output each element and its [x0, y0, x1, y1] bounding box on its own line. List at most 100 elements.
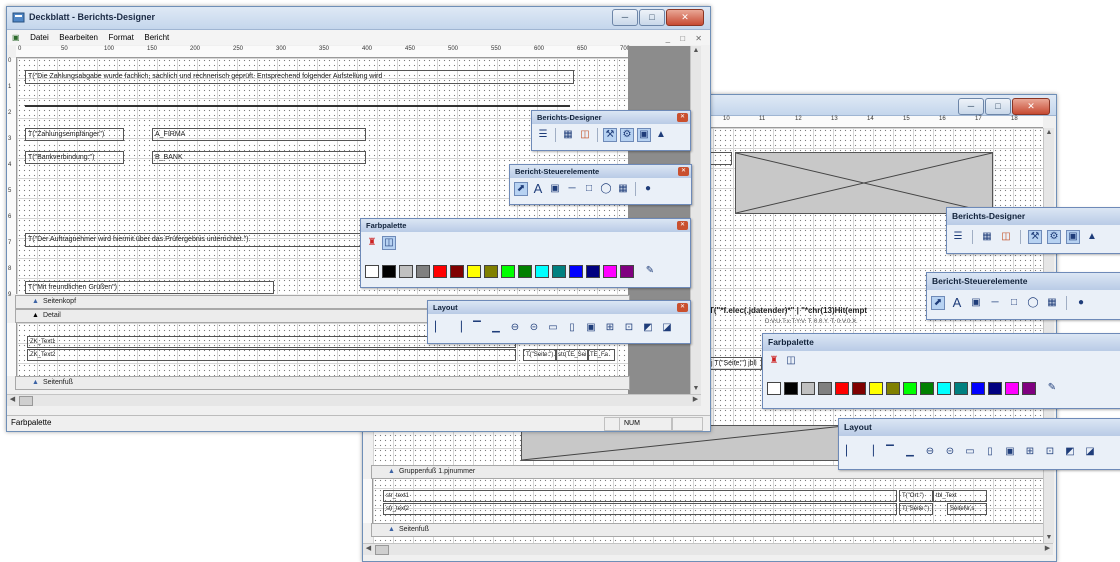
same-width-icon[interactable]: ▭: [546, 321, 560, 335]
color-swatch[interactable]: [937, 381, 951, 395]
preview-icon[interactable]: ▲: [1085, 230, 1099, 244]
text-field-gruss[interactable]: T("Mit freundlichen Grüßen"): [25, 281, 274, 294]
bring-front-icon[interactable]: ◩: [641, 321, 655, 335]
color-swatch[interactable]: [535, 264, 549, 278]
rectangle-icon[interactable]: □: [1007, 296, 1021, 310]
toolbar-bericht-steuerelemente-2[interactable]: Bericht-Steuerelemente ⬈ A ▣ ─ □ ◯ ▦ ●: [926, 272, 1120, 320]
color-swatch[interactable]: [801, 381, 815, 395]
color-swatch[interactable]: [852, 381, 866, 395]
grid-icon[interactable]: ⊞: [1023, 445, 1037, 459]
snap-icon[interactable]: ⊡: [1043, 445, 1057, 459]
color-swatch[interactable]: [467, 264, 481, 278]
close-button[interactable]: ✕: [1012, 98, 1050, 115]
toolbar-layout-2[interactable]: Layout ▏ ▕ ▔ ▁ ⊖ ⊝ ▭ ▯ ▣ ⊞ ⊡ ◩ ◪: [838, 418, 1120, 470]
small-field[interactable]: [708, 152, 732, 165]
menu-format[interactable]: Format: [109, 30, 134, 45]
detail-field-seitenr[interactable]: str(TE_Sei: [555, 349, 589, 361]
same-width-icon[interactable]: ▭: [963, 445, 977, 459]
band-expand-icon[interactable]: ▲: [32, 310, 39, 322]
separator-line[interactable]: [25, 105, 570, 107]
color-swatch[interactable]: [784, 381, 798, 395]
detail-field-fa[interactable]: TE_Fa: [587, 349, 615, 361]
scroll-left-icon[interactable]: ◀: [7, 395, 18, 405]
align-left-icon[interactable]: ▏: [843, 445, 857, 459]
color-swatch[interactable]: [767, 381, 781, 395]
toolbar-berichts-designer-2[interactable]: Berichts-Designer ☰ ▦ ◫ ⚒ ⚙ ▣ ▲: [946, 207, 1120, 254]
scroll-thumb[interactable]: [19, 396, 33, 406]
color-edit-icon[interactable]: ✎: [1045, 381, 1059, 395]
save-icon[interactable]: ▣: [1066, 230, 1080, 244]
minimize-button[interactable]: ─: [958, 98, 984, 115]
toolbar-close-icon[interactable]: ✕: [677, 221, 688, 230]
field-ort[interactable]: T("Ort:"): [899, 490, 933, 502]
lock-icon[interactable]: ●: [1074, 296, 1088, 310]
text-field-intro[interactable]: T("Die Zahlungsabgabe wurde fachlich, sa…: [25, 70, 574, 84]
band-collapse-icon[interactable]: ▲: [32, 296, 39, 308]
scroll-right-icon[interactable]: ▶: [690, 395, 701, 405]
toolbar-close-icon[interactable]: ✕: [678, 167, 689, 176]
color-swatch[interactable]: [450, 264, 464, 278]
maximize-button[interactable]: □: [639, 9, 665, 26]
align-top-icon[interactable]: ▔: [470, 321, 484, 335]
label-zahlungsempfaenger[interactable]: T("Zahlungsempfänger"): [25, 128, 124, 141]
toolbar-close-icon[interactable]: ✕: [677, 303, 688, 312]
label-bankverbindung[interactable]: T("Bankverbindung:"): [25, 151, 124, 164]
settings-icon[interactable]: ⚙: [1047, 230, 1061, 244]
scroll-up-icon[interactable]: ▲: [1044, 128, 1054, 138]
menu-datei[interactable]: Datei: [30, 30, 49, 45]
pointer-icon[interactable]: ⬈: [931, 296, 945, 310]
color-swatch[interactable]: [433, 264, 447, 278]
window-front-titlebar[interactable]: Deckblatt - Berichts-Designer ─ □ ✕: [7, 7, 710, 30]
page-icon[interactable]: ◫: [578, 128, 592, 142]
center-v-icon[interactable]: ⊝: [943, 445, 957, 459]
save-icon[interactable]: ▣: [637, 128, 651, 142]
settings-icon[interactable]: ⚙: [620, 128, 634, 142]
align-bottom-icon[interactable]: ▁: [903, 445, 917, 459]
color-swatch[interactable]: [484, 264, 498, 278]
ellipse-icon[interactable]: ◯: [599, 182, 613, 196]
color-swatch[interactable]: [586, 264, 600, 278]
scroll-left-icon[interactable]: ◀: [363, 544, 374, 554]
same-height-icon[interactable]: ▯: [983, 445, 997, 459]
detail-field-seite[interactable]: T("Seite:"): [523, 349, 557, 361]
tree-icon[interactable]: ▦: [980, 230, 994, 244]
color-swatch[interactable]: [1022, 381, 1036, 395]
align-right-icon[interactable]: ▕: [863, 445, 877, 459]
maximize-button[interactable]: □: [985, 98, 1011, 115]
field-text2[interactable]: str_text2: [383, 503, 897, 515]
toolbar-bericht-steuerelemente[interactable]: Bericht-Steuerelemente ✕ ⬈ A ▣ ─ □ ◯ ▦ ●: [509, 164, 692, 205]
list-icon[interactable]: ☰: [536, 128, 550, 142]
pointer-icon[interactable]: ⬈: [514, 182, 528, 196]
list-icon[interactable]: ☰: [951, 230, 965, 244]
mdi-buttons[interactable]: _ □ ✕: [666, 31, 706, 46]
field-tbl-text[interactable]: tbl_Text: [933, 490, 987, 502]
color-swatch[interactable]: [569, 264, 583, 278]
text-field-pruefergebnis[interactable]: T("Der Auftragnehmer wird hiermit über d…: [25, 233, 364, 247]
fill-bucket-icon[interactable]: ♜: [767, 354, 781, 368]
line-icon[interactable]: ─: [988, 296, 1002, 310]
scroll-up-icon[interactable]: ▲: [691, 46, 701, 56]
tools-icon[interactable]: ⚒: [603, 128, 617, 142]
fill-bucket-icon[interactable]: ♜: [365, 236, 379, 250]
page-icon[interactable]: ◫: [999, 230, 1013, 244]
same-height-icon[interactable]: ▯: [565, 321, 579, 335]
copy-icon[interactable]: ◫: [784, 354, 798, 368]
align-right-icon[interactable]: ▕: [451, 321, 465, 335]
ellipse-icon[interactable]: ◯: [1026, 296, 1040, 310]
same-size-icon[interactable]: ▣: [584, 321, 598, 335]
color-swatch[interactable]: [869, 381, 883, 395]
close-button[interactable]: ✕: [666, 9, 704, 26]
horizontal-scrollbar[interactable]: ◀ ▶: [363, 543, 1053, 555]
scroll-thumb[interactable]: [375, 545, 389, 555]
color-swatch[interactable]: [416, 264, 430, 278]
color-swatch[interactable]: [835, 381, 849, 395]
align-left-icon[interactable]: ▏: [432, 321, 446, 335]
color-swatch[interactable]: [620, 264, 634, 278]
field-seitenr[interactable]: SeiteNr.s: [947, 503, 987, 515]
minimize-button[interactable]: ─: [612, 9, 638, 26]
color-swatch[interactable]: [903, 381, 917, 395]
lock-icon[interactable]: ●: [641, 182, 655, 196]
grid-icon[interactable]: ⊞: [603, 321, 617, 335]
color-swatch[interactable]: [954, 381, 968, 395]
image-icon[interactable]: ▣: [969, 296, 983, 310]
